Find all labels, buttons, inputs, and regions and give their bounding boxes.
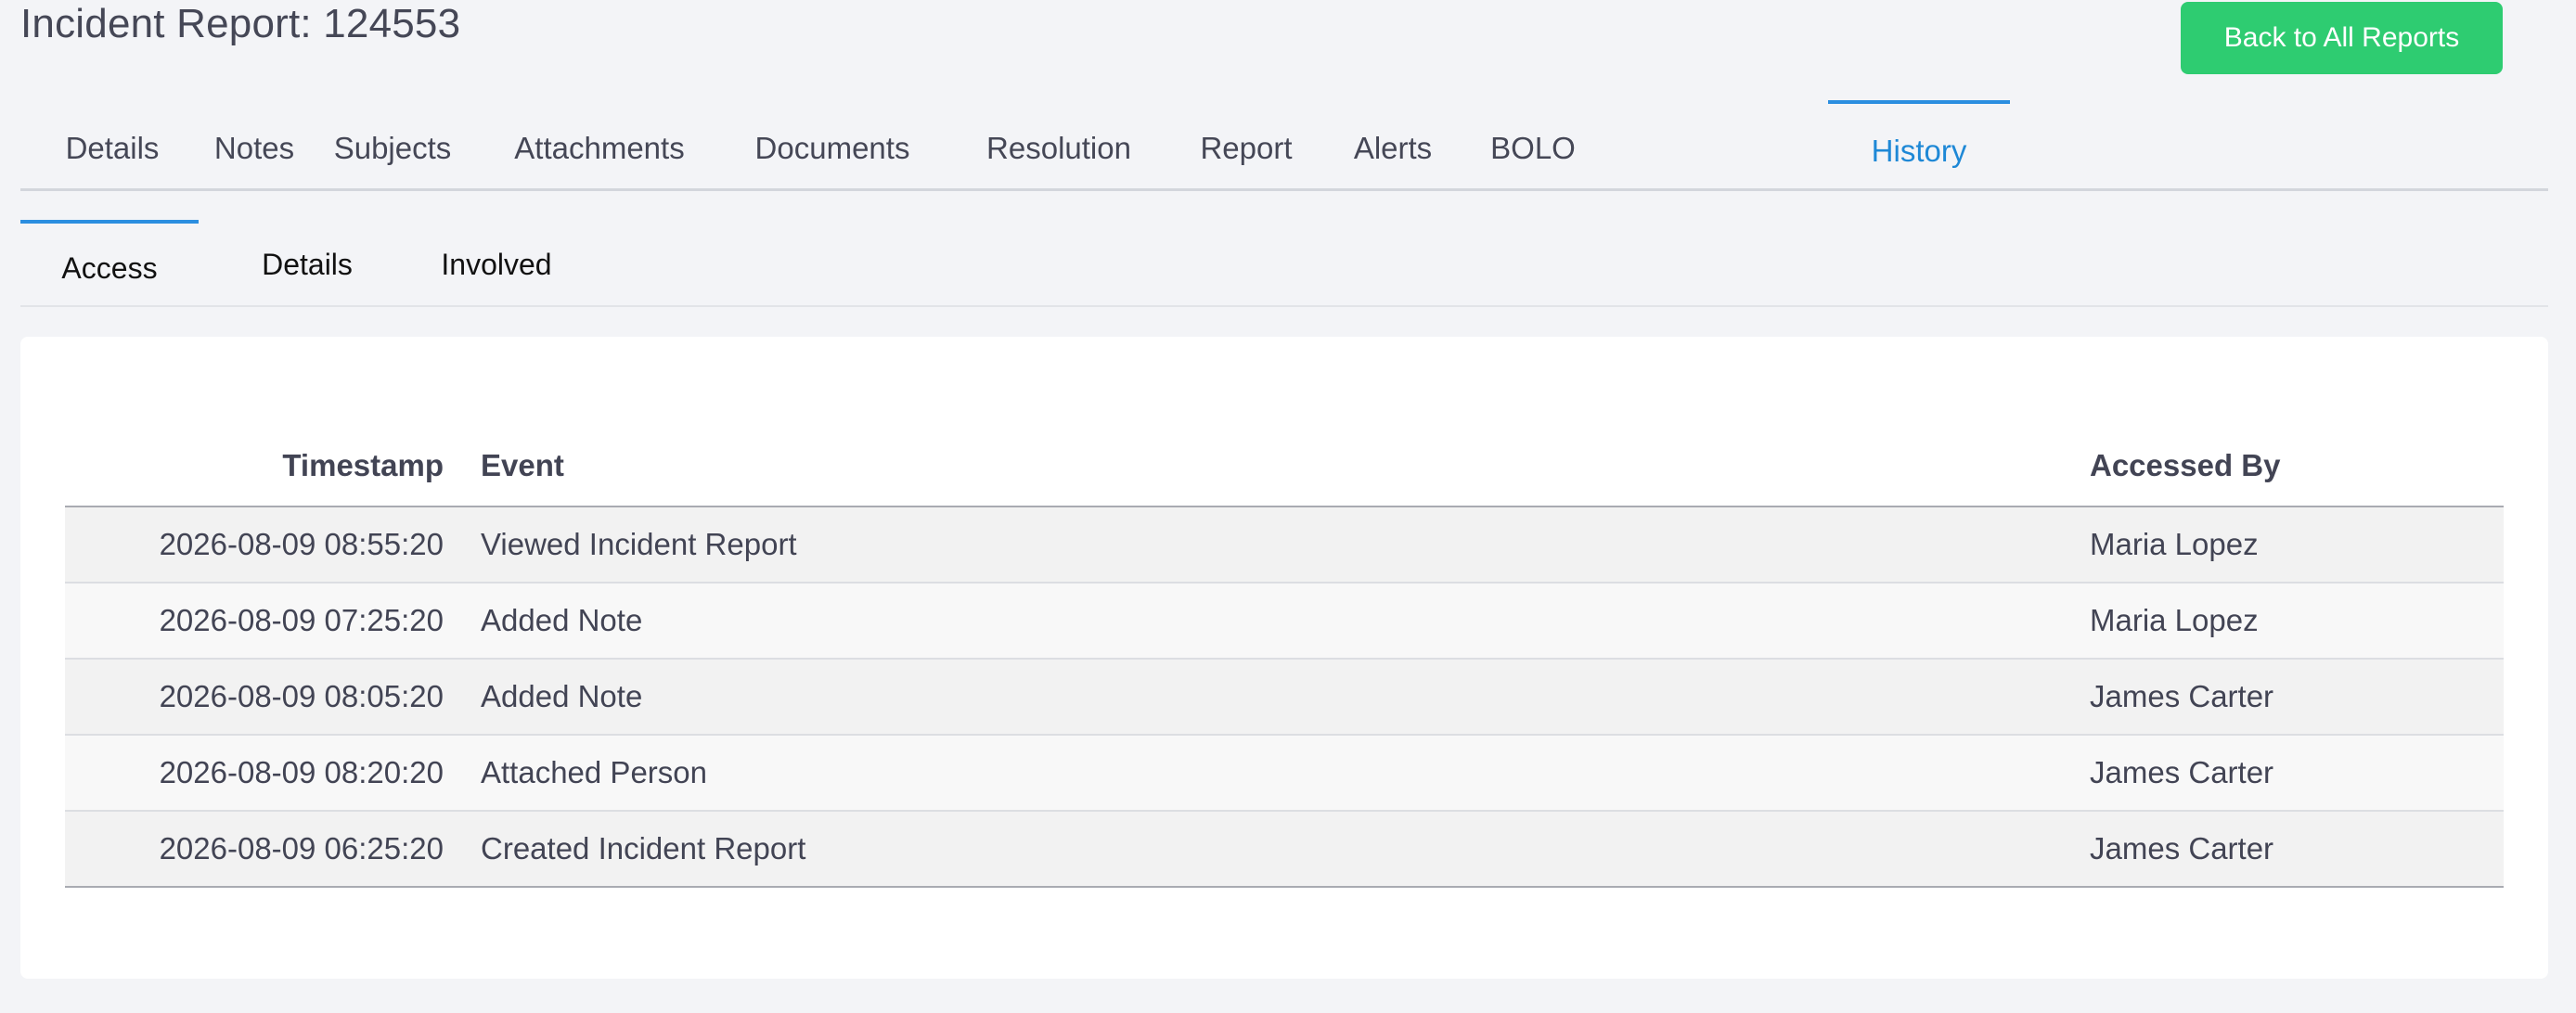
access-history-card: Timestamp Event Accessed By 2026-08-09 0… <box>20 337 2548 979</box>
table-row: 2026-08-09 08:20:20 Attached Person Jame… <box>65 735 2504 812</box>
timestamp-cell: 2026-08-09 06:25:20 <box>65 811 481 888</box>
access-history-table: Timestamp Event Accessed By 2026-08-09 0… <box>65 426 2504 888</box>
subtab-access[interactable]: Access <box>20 220 199 305</box>
column-header-timestamp: Timestamp <box>65 426 481 507</box>
subtab-involved[interactable]: Involved <box>392 220 601 305</box>
accessed-by-cell: Maria Lopez <box>2090 506 2504 583</box>
back-to-all-reports-button[interactable]: Back to All Reports <box>2181 2 2503 74</box>
tab-documents[interactable]: Documents <box>718 100 947 188</box>
timestamp-cell: 2026-08-09 08:55:20 <box>65 506 481 583</box>
event-cell: Attached Person <box>481 735 2090 812</box>
timestamp-cell: 2026-08-09 08:05:20 <box>65 659 481 736</box>
column-header-accessed-by: Accessed By <box>2090 426 2504 507</box>
table-row: 2026-08-09 06:25:20 Created Incident Rep… <box>65 811 2504 888</box>
tab-subjects[interactable]: Subjects <box>304 100 481 188</box>
main-tab-bar: Details Notes Subjects Attachments Docum… <box>20 100 2548 191</box>
tab-details[interactable]: Details <box>20 100 204 188</box>
tab-report[interactable]: Report <box>1171 100 1321 188</box>
history-sub-tab-bar: Access Details Involved <box>20 220 2548 307</box>
tab-bolo[interactable]: BOLO <box>1464 100 1602 188</box>
column-header-event: Event <box>481 426 2090 507</box>
timestamp-cell: 2026-08-09 08:20:20 <box>65 735 481 812</box>
tab-alerts[interactable]: Alerts <box>1321 100 1464 188</box>
timestamp-cell: 2026-08-09 07:25:20 <box>65 583 481 660</box>
table-header-row: Timestamp Event Accessed By <box>65 426 2504 507</box>
event-cell: Created Incident Report <box>481 811 2090 888</box>
event-cell: Added Note <box>481 659 2090 736</box>
table-row: 2026-08-09 07:25:20 Added Note Maria Lop… <box>65 583 2504 660</box>
tab-attachments[interactable]: Attachments <box>481 100 718 188</box>
accessed-by-cell: James Carter <box>2090 811 2504 888</box>
accessed-by-cell: James Carter <box>2090 659 2504 736</box>
accessed-by-cell: Maria Lopez <box>2090 583 2504 660</box>
event-cell: Added Note <box>481 583 2090 660</box>
page-title: Incident Report: 124553 <box>20 1 461 46</box>
table-row: 2026-08-09 08:55:20 Viewed Incident Repo… <box>65 506 2504 583</box>
accessed-by-cell: James Carter <box>2090 735 2504 812</box>
tab-notes[interactable]: Notes <box>204 100 304 188</box>
event-cell: Viewed Incident Report <box>481 506 2090 583</box>
tab-resolution[interactable]: Resolution <box>947 100 1171 188</box>
table-row: 2026-08-09 08:05:20 Added Note James Car… <box>65 659 2504 736</box>
subtab-details[interactable]: Details <box>199 220 416 305</box>
tab-history[interactable]: History <box>1828 100 2010 188</box>
